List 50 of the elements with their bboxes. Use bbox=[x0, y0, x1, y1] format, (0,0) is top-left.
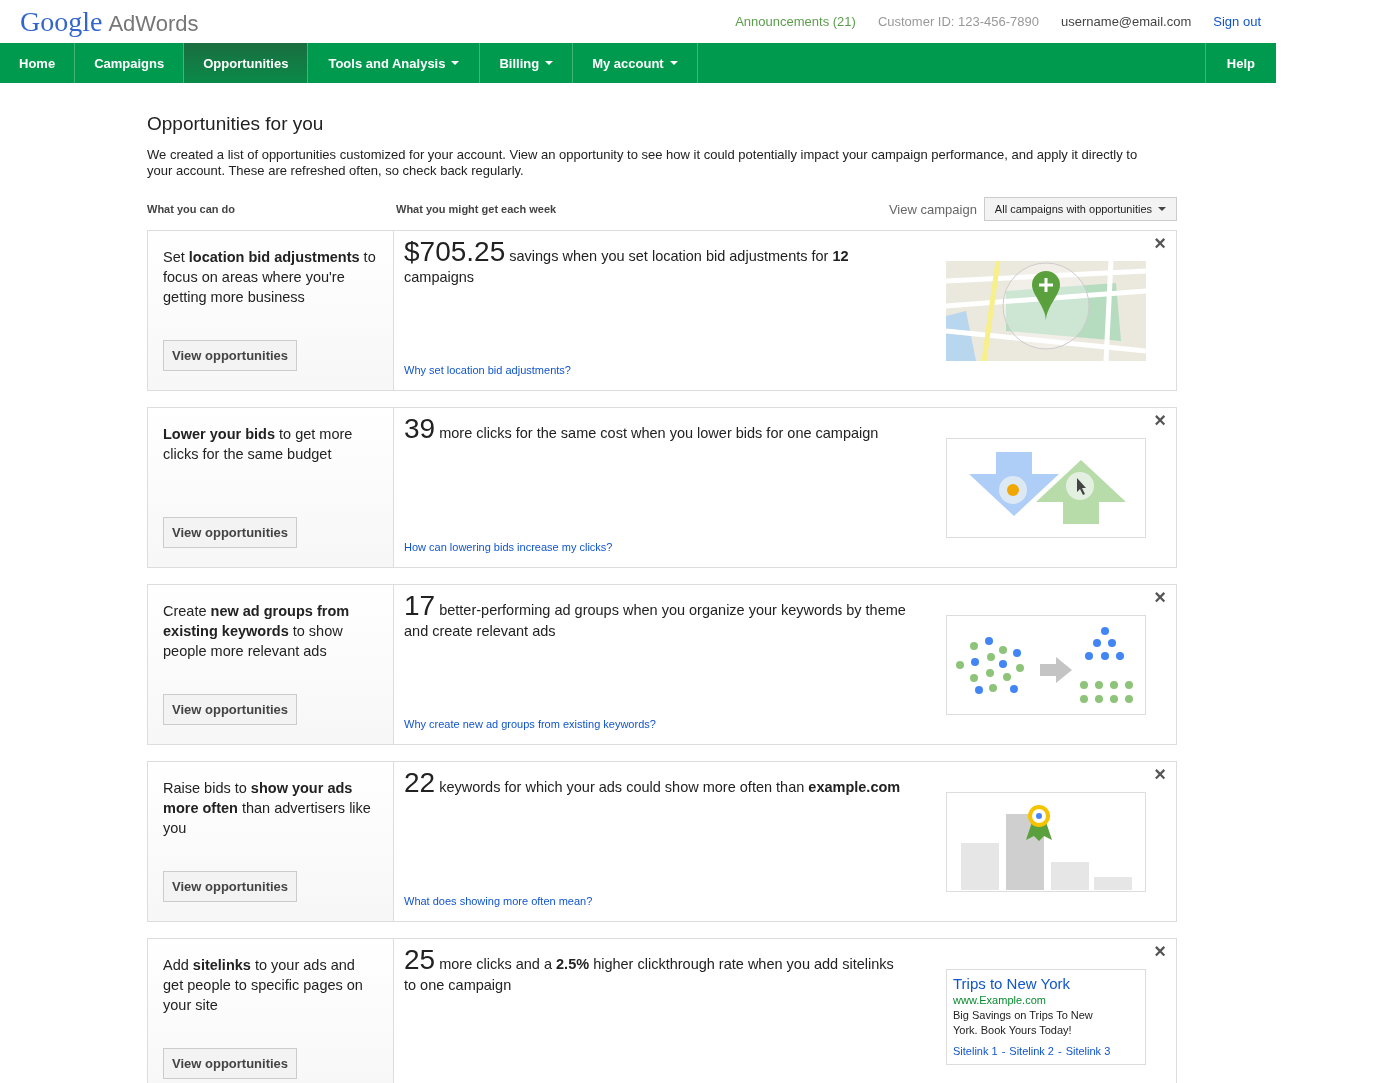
benefit-text: 22 keywords for which your ads could show more often than example.com bbox=[404, 772, 901, 798]
nav-tab[interactable]: Opportunities bbox=[184, 43, 309, 83]
benefit-text: 17 better-performing ad groups when you organize your keywords by theme and create relevant ads bbox=[404, 595, 907, 641]
action-text: Add sitelinks to your ads and get people to specific pages on your site bbox=[163, 956, 364, 1015]
nav-tab[interactable]: Home bbox=[0, 43, 76, 83]
view-opportunities-button[interactable]: View opportunities bbox=[163, 694, 298, 725]
view-opportunities-button[interactable]: View opportunities bbox=[163, 517, 298, 548]
product-name: AdWords bbox=[108, 10, 199, 37]
view-campaign-label: View campaign bbox=[888, 201, 977, 217]
benefit-text: 25 more clicks and a 2.5% higher clickthrough rate when you add sitelinks to one campaign bbox=[404, 949, 895, 995]
close-button[interactable]: × bbox=[1154, 233, 1166, 253]
ad-title[interactable]: Trips to New York bbox=[953, 975, 1115, 993]
nav-tab[interactable]: Billing bbox=[480, 43, 574, 83]
close-button[interactable]: × bbox=[1154, 941, 1166, 961]
column-heading: What you might get each week bbox=[396, 203, 558, 215]
close-button[interactable]: × bbox=[1154, 764, 1166, 784]
help-link[interactable]: Why create new ad groups from existing keywords? bbox=[404, 718, 656, 730]
page-title: Opportunities for you bbox=[147, 113, 325, 135]
intro-text: We created a list of opportunities customized for your account. View an opportunity to see how it could potentially impact your campaign performance, and apply it directly to your account. These are refreshed often, so check back regularly. bbox=[147, 147, 1139, 179]
help-link[interactable]: What does showing more often mean? bbox=[404, 895, 593, 907]
help-link[interactable]: Why set location bid adjustments? bbox=[404, 364, 571, 376]
action-text: Raise bids to show your ads more often than advertisers like you bbox=[163, 779, 372, 838]
nav-tab[interactable]: My account bbox=[573, 43, 698, 83]
user-email: username@email.com bbox=[1061, 14, 1192, 29]
ad-text: Big Savings on Trips To New York. Book Yours Today! bbox=[953, 1008, 1094, 1038]
sitelink[interactable]: Sitelink 3 bbox=[1065, 1044, 1111, 1059]
sign-out-link[interactable]: Sign out bbox=[1213, 14, 1261, 29]
separator: - bbox=[1001, 1044, 1006, 1059]
ad-url: www.Example.com bbox=[953, 993, 1047, 1008]
google-logo: Google bbox=[20, 5, 103, 38]
help-tab[interactable]: Help bbox=[1204, 43, 1276, 83]
campaign-dropdown[interactable]: All campaigns with opportunities bbox=[983, 197, 1177, 221]
column-heading: What you can do bbox=[147, 203, 236, 215]
action-text: Lower your bids to get more clicks for the same budget bbox=[163, 425, 354, 464]
close-button[interactable]: × bbox=[1154, 410, 1166, 430]
caret-icon bbox=[1158, 207, 1166, 211]
sitelink[interactable]: Sitelink 1 bbox=[953, 1044, 998, 1059]
benefit-text: $705.25 savings when you set location bid adjustments for 12 campaigns bbox=[404, 241, 850, 287]
sitelink[interactable]: Sitelink 2 bbox=[1009, 1044, 1054, 1059]
separator: - bbox=[1057, 1044, 1062, 1059]
customer-id: Customer ID: 123-456-7890 bbox=[877, 14, 1040, 29]
nav-tab[interactable]: Tools and Analysis bbox=[308, 43, 481, 83]
view-opportunities-button[interactable]: View opportunities bbox=[163, 871, 298, 902]
action-text: Create new ad groups from existing keywords to show people more relevant ads bbox=[163, 602, 351, 661]
view-opportunities-button[interactable]: View opportunities bbox=[163, 1048, 298, 1079]
help-link[interactable]: How can lowering bids increase my clicks? bbox=[404, 541, 613, 553]
close-button[interactable]: × bbox=[1154, 587, 1166, 607]
action-text: Set location bid adjustments to focus on areas where you're getting more business bbox=[163, 248, 377, 307]
benefit-text: 39 more clicks for the same cost when you lower bids for one campaign bbox=[404, 418, 879, 444]
view-opportunities-button[interactable]: View opportunities bbox=[163, 340, 298, 371]
